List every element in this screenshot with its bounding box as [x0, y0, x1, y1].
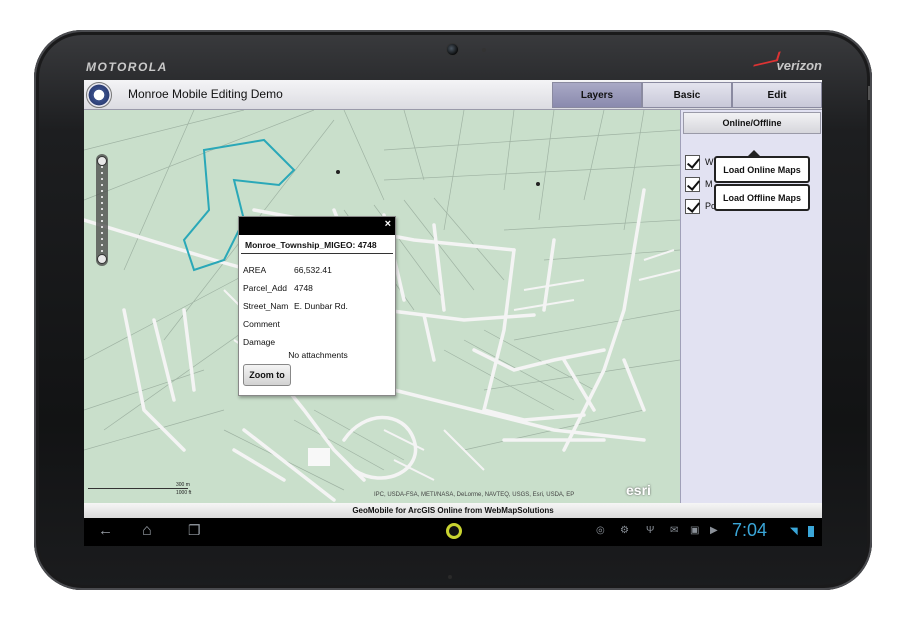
device-brand: MOTOROLA — [86, 60, 168, 74]
attr-value: 66,532.41 — [294, 265, 332, 275]
attr-row: Comment — [243, 319, 280, 329]
sensor-icon — [482, 48, 486, 52]
tab-edit[interactable]: Edit — [732, 82, 822, 108]
tablet-frame: MOTOROLA verizon Monroe Mobile Editing D… — [34, 30, 872, 590]
play-icon: ▶ — [710, 525, 718, 536]
zoom-in-icon[interactable] — [97, 156, 107, 166]
map-point — [336, 170, 340, 174]
tab-bar: Layers Basic Edit — [552, 82, 822, 108]
screen: Monroe Mobile Editing Demo Layers Basic … — [84, 80, 822, 518]
gps-icon: ◎ — [596, 525, 605, 536]
attr-row: Damage — [243, 337, 275, 347]
load-online-maps-button[interactable]: Load Online Maps — [714, 156, 810, 183]
monroe-logo-icon — [86, 82, 112, 108]
zoom-out-icon[interactable] — [97, 254, 107, 264]
device-carrier: verizon — [776, 58, 822, 73]
checkbox-icon[interactable] — [685, 198, 700, 214]
attr-value: E. Dunbar Rd. — [294, 301, 348, 311]
app-titlebar: Monroe Mobile Editing Demo Layers Basic … — [84, 80, 822, 110]
android-navbar: ← ⌂ ❐ ◎ ⚙ Ψ ✉ ▣ ▶ 7:04 ◥ — [84, 518, 822, 546]
android-icon: ⚙ — [620, 525, 629, 536]
attr-row: AREA 66,532.41 — [243, 265, 332, 275]
layer-label: W — [705, 157, 714, 167]
esri-logo: esri — [626, 482, 651, 498]
tab-basic[interactable]: Basic — [642, 82, 732, 108]
zoom-to-button[interactable]: Zoom to — [243, 364, 291, 386]
attr-key: Comment — [243, 319, 280, 329]
attr-row: Street_Nam E. Dunbar Rd. — [243, 301, 348, 311]
online-offline-menu: Load Online Maps Load Offline Maps — [714, 150, 810, 212]
close-icon[interactable]: × — [385, 218, 391, 230]
load-offline-maps-button[interactable]: Load Offline Maps — [714, 184, 810, 211]
mail-icon: ✉ — [670, 525, 679, 536]
usb-icon: Ψ — [646, 525, 655, 536]
attr-row: Parcel_Add 4748 — [243, 283, 313, 293]
launcher-home-icon[interactable] — [446, 523, 462, 539]
attr-key: Street_Nam — [243, 301, 289, 311]
tab-layers[interactable]: Layers — [552, 82, 642, 108]
scale-label-ft: 1000 ft — [176, 490, 192, 496]
online-offline-button[interactable]: Online/Offline — [683, 112, 821, 134]
zoom-slider[interactable] — [96, 154, 108, 266]
side-button — [868, 86, 870, 100]
layer-label: M — [705, 179, 713, 189]
attr-key: Parcel_Add — [243, 283, 287, 293]
scale-label-m: 300 m — [176, 482, 190, 488]
scale-line — [88, 488, 188, 489]
attr-value: 4748 — [294, 283, 313, 293]
back-icon[interactable]: ← — [98, 522, 113, 539]
map-attribution: IPC, USDA-FSA, METI/NASA, DeLorme, NAVTE… — [374, 492, 575, 498]
home-icon[interactable]: ⌂ — [142, 522, 152, 540]
zoom-track[interactable] — [101, 166, 103, 254]
map-building — [308, 448, 330, 466]
popup-title: Monroe_Township_MIGEO: 4748 — [241, 235, 393, 254]
camera-icon — [446, 43, 459, 56]
wifi-icon: ◥ — [790, 526, 798, 537]
checkbox-icon[interactable] — [685, 154, 700, 170]
shop-icon: ▣ — [690, 525, 700, 536]
attachments-status: No attachments — [288, 350, 348, 360]
map-point — [536, 182, 540, 186]
attr-key: AREA — [243, 265, 267, 275]
feature-popup: × Monroe_Township_MIGEO: 4748 AREA 66,53… — [238, 216, 396, 396]
recent-apps-icon[interactable]: ❐ — [188, 522, 201, 539]
battery-icon — [808, 526, 814, 537]
scale-bar: 300 m 1000 ft — [88, 482, 198, 496]
microphone-icon — [448, 575, 452, 579]
attr-key: Damage — [243, 337, 276, 347]
popup-header: × — [239, 217, 395, 235]
app-footer: GeoMobile for ArcGIS Online from WebMapS… — [84, 503, 822, 518]
checkbox-icon[interactable] — [685, 176, 700, 192]
status-clock: 7:04 — [732, 520, 768, 540]
app-title: Monroe Mobile Editing Demo — [128, 87, 283, 101]
